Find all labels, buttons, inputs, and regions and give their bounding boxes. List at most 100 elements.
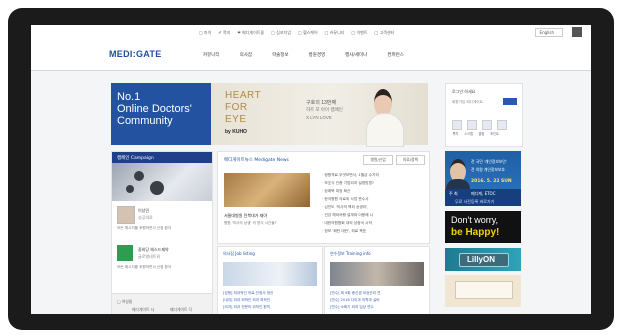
- news-headline[interactable]: · 심전도 '의사의 책외 상생하',: [322, 205, 379, 213]
- message-icon[interactable]: [452, 120, 462, 130]
- news-headline[interactable]: · 보호식 인증 기업외과 설명방법?: [322, 181, 379, 189]
- news-feature-image[interactable]: [224, 173, 310, 207]
- training-item[interactable]: [연수] 2016 다이과 의학과 실버: [330, 298, 380, 303]
- ad-copy-3: X LYN LOVE: [306, 115, 332, 120]
- job-item[interactable]: [내과] 외과 외적인 외과 외적인: [223, 298, 270, 303]
- banner-be-happy: be Happy!: [451, 227, 500, 238]
- news-title[interactable]: 메디게이트뉴스 Medigate News: [224, 157, 289, 163]
- hero-line-1: No.1: [117, 91, 141, 103]
- training-info-panel: 연수정보 Training info [연수] 제 9회 종신경 외상관리 연 …: [324, 246, 430, 314]
- campaign-footer-item-2[interactable]: 메디게이트 닥: [170, 307, 192, 313]
- campaign-person-role: 성공의료: [138, 215, 153, 220]
- point-icon[interactable]: [497, 120, 507, 130]
- utility-link-healthcare[interactable]: □ 헬스케어: [298, 30, 318, 36]
- quick-label: 스크랩: [464, 132, 473, 136]
- login-signup-link[interactable]: 회원가입 메디게이트: [452, 100, 483, 105]
- nav-item-jobs[interactable]: 의사잡: [240, 52, 252, 58]
- news-headline[interactable]: · 건강 해외여행 설계와 이용에 나: [322, 213, 379, 221]
- tab-medical-policy[interactable]: 의료/정책: [395, 155, 425, 165]
- hero-line-2: Online Doctors': [117, 103, 192, 115]
- bell-icon[interactable]: [482, 120, 492, 130]
- nav-item-conference[interactable]: 컨퍼런스: [387, 52, 404, 58]
- training-image[interactable]: [330, 262, 424, 286]
- utility-bar: □ 마이 ✐ 쪽지 ❤ 메디게이트몰 □ 심포지엄 □ 헬스케어 □ 커뮤니티 …: [31, 25, 591, 41]
- tab-hospital-industry[interactable]: 병원/산업: [363, 155, 393, 165]
- training-item[interactable]: [연수] 제 9회 종신경 외상관리 연: [330, 291, 380, 296]
- training-item[interactable]: [연수] 소화기 외과 임상 연수: [330, 305, 374, 310]
- campaign-partner-name[interactable]: 중외당 헤스드제약: [138, 247, 169, 253]
- campaign-footer-item-1[interactable]: 메디게이트 사: [132, 307, 154, 313]
- training-title[interactable]: 연수정보 Training info: [330, 251, 371, 257]
- viewport: □ 마이 ✐ 쪽지 ❤ 메디게이트몰 □ 심포지엄 □ 헬스케어 □ 커뮤니티 …: [0, 0, 623, 335]
- lillyon-logo: LillyON: [459, 253, 509, 267]
- job-item[interactable]: [외과] 외과 전문의 외적인 원칙: [223, 305, 270, 310]
- ad-copy-2: 하트 포 아이 캠페인: [306, 107, 343, 112]
- news-headline[interactable]: · 한국병원 의료외 사업 준수사: [322, 197, 379, 205]
- job-listing-panel: 의사잡 Job listing [성형] 외과적인 의료 인정서 정신 [내과]…: [217, 246, 323, 314]
- ad-title-line-2: FOR: [225, 102, 248, 113]
- hero-banner[interactable]: No.1 Online Doctors' Community: [111, 83, 211, 145]
- lillyon-banner[interactable]: LillyON: [445, 248, 521, 271]
- login-button[interactable]: [503, 98, 517, 105]
- search-icon[interactable]: [572, 27, 582, 37]
- nav-menu: 커뮤니티 의사잡 학술정보 병원경영 행사/세미나 컨퍼런스: [203, 52, 404, 58]
- privacy-conference-banner[interactable]: 전 국민 '개인정보보안' 전 의원 개인정보보호 2016. 5. 22 SU…: [445, 151, 521, 206]
- news-feature-headline[interactable]: 서울대병원 전북대가 재야: [224, 213, 267, 219]
- utility-link-support[interactable]: □ 고객센터: [375, 30, 395, 36]
- job-title[interactable]: 의사잡 Job listing: [223, 251, 255, 257]
- banner-host: 메디케, ETOC: [471, 191, 496, 196]
- campaign-person-name[interactable]: 이상민: [138, 208, 149, 214]
- ad-title-line-1: HEART: [225, 90, 262, 101]
- campaign-person-thumb[interactable]: [117, 206, 135, 224]
- ad-banner-heart-for-eye[interactable]: HEART FOR EYE by KUHO 구호의 13번째 하트 포 아이 캠…: [211, 83, 428, 147]
- campaign-partner-logo[interactable]: [117, 245, 133, 261]
- news-feature-summary: 병원 '의사의 상생' 의 방식 시간들?: [224, 221, 277, 225]
- news-headline-list: · 청원격료 무엇보면서, 1월급 수가하 · 보호식 인증 기업외과 설명방법…: [322, 173, 379, 237]
- quick-label: 쪽지: [452, 132, 459, 136]
- news-headline[interactable]: · 청원격료 무엇보면서, 1월급 수가하: [322, 173, 379, 181]
- quick-label: 알림: [478, 132, 485, 136]
- campaign-header[interactable]: 캠페인 Campaign: [112, 152, 212, 163]
- scrap-icon[interactable]: [467, 120, 477, 130]
- news-headline[interactable]: · 장애북 대장 확산: [322, 189, 379, 197]
- utility-link-my[interactable]: □ 마이: [199, 30, 211, 36]
- lillyon-label: LillyON: [467, 255, 496, 264]
- utility-links: □ 마이 ✐ 쪽지 ❤ 메디게이트몰 □ 심포지엄 □ 헬스케어 □ 커뮤니티 …: [199, 30, 394, 36]
- job-item[interactable]: [성형] 외과적인 의료 인정서 정신: [223, 291, 273, 296]
- news-tabs: 병원/산업 의료/정책: [363, 155, 425, 165]
- campaign-footer-heading[interactable]: □ 여성들: [117, 299, 132, 305]
- campaign-partner-role: 글로벌네트워: [138, 254, 161, 259]
- job-image[interactable]: [223, 262, 317, 286]
- utility-link-message[interactable]: ✐ 쪽지: [218, 30, 230, 36]
- ad-copy-1: 구호의 13번째: [306, 100, 336, 106]
- campaign-partner-desc: 모든 헤시지를 후원하면서 산정 환자: [117, 265, 172, 269]
- browser-screen: □ 마이 ✐ 쪽지 ❤ 메디게이트몰 □ 심포지엄 □ 헬스케어 □ 커뮤니티 …: [31, 25, 591, 314]
- ad-brand: by KUHO: [225, 129, 247, 135]
- campaign-person-desc: 모든 헤시지를 후원하면서 산정 환자: [117, 226, 172, 230]
- utility-link-symposium[interactable]: □ 심포지엄: [271, 30, 291, 36]
- banner-strip: 주 최 메디케, ETOC 무료 사전등록 바로가기: [445, 189, 521, 206]
- news-headline[interactable]: · 대한의원협회 대외 남중국 시작: [322, 221, 379, 229]
- dont-worry-banner[interactable]: Don't worry, be Happy!: [445, 211, 521, 243]
- login-welcome: 로그인 하세요: [452, 89, 476, 94]
- language-select[interactable]: English: [534, 28, 563, 37]
- news-headline[interactable]: · 정보 '패턴 대란', 외료 목표: [322, 229, 379, 237]
- nav-item-community[interactable]: 커뮤니티: [203, 52, 220, 58]
- nav-item-academic[interactable]: 학술정보: [272, 52, 289, 58]
- campaign-footer: □ 여성들 메디게이트 사 메디게이트 닥: [112, 293, 212, 314]
- nav-item-events[interactable]: 행사/세미나: [345, 52, 367, 58]
- utility-link-event[interactable]: □ 이벤트: [351, 30, 367, 36]
- ad-model-image: [361, 83, 406, 147]
- banner-dont-worry: Don't worry,: [451, 215, 499, 225]
- utility-link-mall[interactable]: ❤ 메디게이트몰: [237, 30, 264, 36]
- campaign-photo[interactable]: [112, 163, 212, 201]
- hero-line-3: Community: [117, 115, 173, 127]
- promo-banner[interactable]: [445, 275, 521, 307]
- banner-line-2: 전 의원 개인정보보호: [471, 167, 505, 172]
- banner-register-link[interactable]: 무료 사전등록 바로가기: [455, 199, 494, 205]
- nav-item-management[interactable]: 병원경영: [309, 52, 326, 58]
- banner-host-label: 주 최: [449, 191, 458, 196]
- utility-link-community[interactable]: □ 커뮤니티: [325, 30, 345, 36]
- site-logo[interactable]: MEDI:GATE: [109, 49, 162, 59]
- main-navigation: MEDI:GATE 커뮤니티 의사잡 학술정보 병원경영 행사/세미나 컨퍼런스: [31, 40, 591, 71]
